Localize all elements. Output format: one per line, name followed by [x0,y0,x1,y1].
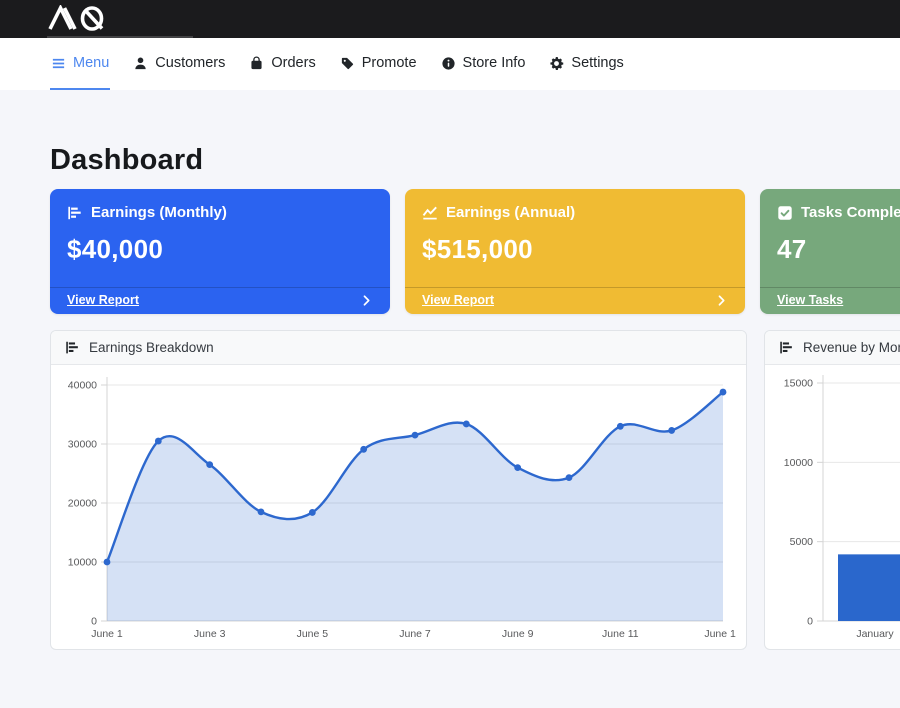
logo-underline [47,36,193,38]
revenue-by-month-body: 0 5000 10000 15000 January [765,365,900,649]
chevron-right-icon [360,294,373,307]
bar-chart-icon [65,340,80,355]
brand-logo-icon [47,5,117,32]
card-footer: View Tasks [760,287,900,314]
chevron-right-icon [715,294,728,307]
nav-item-label: Promote [362,55,417,71]
brand-logo[interactable] [47,5,117,32]
topbar [0,0,900,38]
bar-chart-icon [779,340,794,355]
nav-item-label: Settings [571,55,623,71]
svg-text:January: January [856,628,894,640]
earnings-line-chart[interactable]: 0 10000 20000 30000 40000 June 1 June 3 June 5 J… [57,369,736,647]
card-title-label: Earnings (Monthly) [91,204,227,221]
earnings-breakdown-panel: Earnings Breakdown 0 10000 20000 30000 40000… [50,330,747,650]
person-icon [133,56,148,71]
svg-text:0: 0 [91,616,97,628]
nav-item-promote[interactable]: Promote [339,38,418,90]
svg-text:30000: 30000 [68,439,97,451]
nav-item-label: Menu [73,55,109,71]
main-content: Dashboard Earnings (Monthly) $40,000 View … [0,90,900,650]
card-earnings-annual: Earnings (Annual) $515,000 View Report [405,189,745,314]
info-icon [441,56,456,71]
nav-item-orders[interactable]: Orders [248,38,316,90]
line-chart-icon [422,205,438,221]
hamburger-icon [51,56,66,71]
gear-icon [549,56,564,71]
page-title: Dashboard [50,144,900,177]
nav-item-store-info[interactable]: Store Info [440,38,527,90]
check-square-icon [777,205,793,221]
card-tasks-completed: Tasks Completed 47 View Tasks [760,189,900,314]
svg-text:20000: 20000 [68,498,97,510]
svg-text:40000: 40000 [68,380,97,392]
card-footer: View Report [50,287,390,314]
view-tasks-link[interactable]: View Tasks [777,293,843,307]
card-footer: View Report [405,287,745,314]
nav-item-menu[interactable]: Menu [50,38,110,90]
svg-text:June 7: June 7 [399,628,431,640]
view-report-link[interactable]: View Report [422,293,494,307]
svg-text:5000: 5000 [790,536,814,548]
svg-text:June 13: June 13 [704,628,736,640]
svg-text:0: 0 [807,616,813,628]
bar-chart-icon [67,205,83,221]
nav-item-settings[interactable]: Settings [548,38,624,90]
nav-item-label: Customers [155,55,225,71]
revenue-by-month-panel: Revenue by Month 0 5000 10000 15000 January [764,330,900,650]
nav-item-customers[interactable]: Customers [132,38,226,90]
svg-text:June 9: June 9 [502,628,534,640]
nav-item-label: Orders [271,55,315,71]
svg-text:10000: 10000 [784,457,813,469]
svg-text:15000: 15000 [784,378,813,390]
card-body: Tasks Completed 47 [760,189,900,287]
svg-text:June 5: June 5 [297,628,329,640]
card-value: 47 [777,234,900,265]
main-nav: Menu Customers Orders Promote Store Info Sett… [0,38,900,90]
chart-panels: Earnings Breakdown 0 10000 20000 30000 40000… [50,330,900,650]
earnings-breakdown-body: 0 10000 20000 30000 40000 June 1 June 3 June 5 J… [51,365,746,649]
nav-item-label: Store Info [463,55,526,71]
bag-icon [249,56,264,71]
panel-title: Earnings Breakdown [89,340,214,355]
card-title-label: Earnings (Annual) [446,204,575,221]
view-report-link[interactable]: View Report [67,293,139,307]
card-body: Earnings (Annual) $515,000 [405,189,745,287]
svg-text:June 11: June 11 [602,628,639,640]
earnings-breakdown-header: Earnings Breakdown [51,331,746,365]
card-title: Tasks Completed [777,204,900,221]
card-title: Earnings (Monthly) [67,204,373,221]
summary-cards: Earnings (Monthly)$40,000View ReportEarn… [50,189,900,314]
svg-text:June 1: June 1 [91,628,123,640]
card-earnings-monthly: Earnings (Monthly) $40,000 View Report [50,189,390,314]
card-title: Earnings (Annual) [422,204,728,221]
revenue-by-month-header: Revenue by Month [765,331,900,365]
card-value: $40,000 [67,234,373,265]
tag-icon [340,56,355,71]
card-title-label: Tasks Completed [801,204,900,221]
card-value: $515,000 [422,234,728,265]
card-body: Earnings (Monthly) $40,000 [50,189,390,287]
panel-title: Revenue by Month [803,340,900,355]
svg-text:10000: 10000 [68,557,97,569]
nav-items: Menu Customers Orders Promote Store Info Sett… [50,38,625,90]
svg-text:June 3: June 3 [194,628,226,640]
revenue-bar-chart[interactable]: 0 5000 10000 15000 January [771,369,900,647]
